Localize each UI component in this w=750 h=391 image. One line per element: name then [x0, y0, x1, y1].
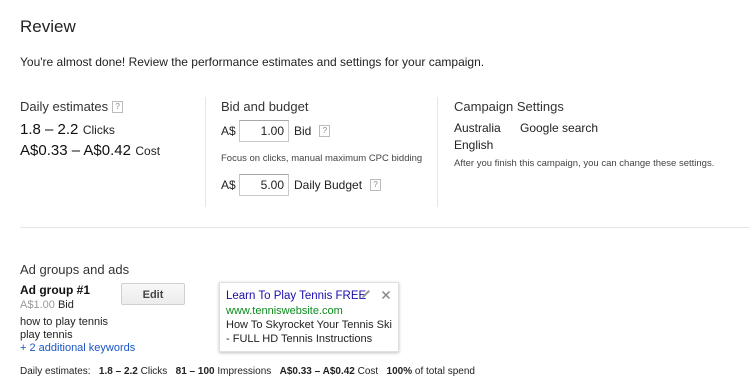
edit-ad-group-button[interactable]: Edit	[121, 283, 185, 305]
bid-label: Bid	[294, 124, 312, 138]
ad-headline[interactable]: Learn To Play Tennis FREE	[226, 290, 366, 302]
network-setting: Google search	[520, 121, 599, 135]
settings-note: After you finish this campaign, you can …	[454, 158, 715, 169]
bid-currency: A$	[221, 124, 236, 138]
ad-description-line-1: How To Skyrocket Your Tennis Ski	[226, 319, 392, 331]
ad-preview-card[interactable]: Learn To Play Tennis FREE www.tenniswebs…	[219, 282, 399, 352]
ad-group-bid: A$1.00 Bid	[20, 299, 74, 311]
intro-text: You're almost done! Review the performan…	[20, 55, 485, 69]
bid-strategy-note: Focus on clicks, manual maximum CPC bidd…	[221, 153, 423, 164]
keyword-item: play tennis	[20, 329, 73, 341]
footer-estimates: Daily estimates: 1.8 – 2.2 Clicks 81 – 1…	[20, 366, 475, 377]
help-icon[interactable]: ?	[112, 101, 124, 113]
daily-budget-label: Daily Budget	[294, 178, 363, 192]
bid-row: A$ Bid ?	[221, 120, 331, 142]
clicks-estimate: 1.8 – 2.2 Clicks	[20, 121, 115, 138]
keyword-item: how to play tennis	[20, 316, 109, 328]
cost-estimate: A$0.33 – A$0.42 Cost	[20, 142, 161, 159]
budget-row: A$ Daily Budget ?	[221, 174, 382, 196]
location-setting: Australia	[454, 121, 501, 135]
close-icon[interactable]	[381, 287, 391, 305]
language-setting: English	[454, 138, 494, 152]
help-icon[interactable]: ?	[319, 125, 331, 137]
bid-budget-heading: Bid and budget	[221, 99, 309, 114]
daily-budget-input[interactable]	[239, 174, 289, 196]
bid-input[interactable]	[239, 120, 289, 142]
column-divider	[437, 97, 438, 207]
ad-group-name: Ad group #1	[20, 283, 91, 297]
additional-keywords-link[interactable]: + 2 additional keywords	[20, 342, 135, 354]
footer-label: Daily estimates:	[20, 366, 91, 377]
campaign-settings-heading: Campaign Settings	[454, 99, 564, 114]
column-divider	[205, 97, 206, 207]
section-divider	[20, 227, 750, 228]
help-icon[interactable]: ?	[370, 179, 382, 191]
pencil-icon[interactable]	[360, 287, 372, 305]
daily-estimates-heading: Daily estimates?	[20, 99, 124, 114]
page-title: Review	[20, 17, 76, 36]
budget-currency: A$	[221, 178, 236, 192]
ad-description-line-2: - FULL HD Tennis Instructions	[226, 333, 373, 345]
ad-display-url: www.tenniswebsite.com	[226, 305, 343, 317]
ad-groups-heading: Ad groups and ads	[20, 262, 130, 277]
